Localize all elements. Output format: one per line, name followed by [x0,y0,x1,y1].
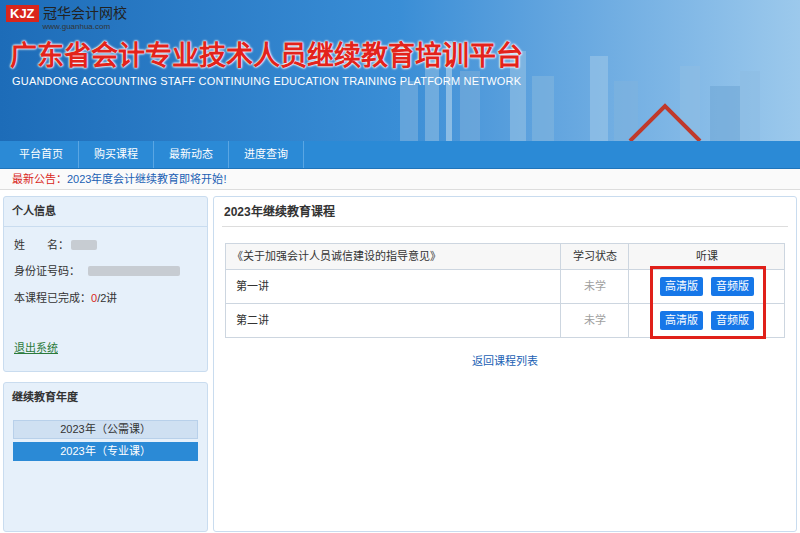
play-button[interactable]: 高清版 [660,277,703,296]
course-panel: 2023年继续教育课程 《关于加强会计人员诚信建设的指导意见》学习状态听课 第一… [213,196,797,532]
back-link[interactable]: 返回课程列表 [472,353,538,370]
years-panel: 继续教育年度 2023年（公需课） 2023年（专业课） [3,382,208,532]
table-row: 第一讲未学高清版音频版 [226,270,785,304]
logo-mark[interactable]: KJZ [6,5,39,22]
panel-title: 2023年继续教育课程 [222,197,788,227]
info-field: 姓 名： [14,237,197,254]
column-header: 学习状态 [561,244,629,270]
lesson-name: 第二讲 [226,304,561,338]
listen-cell: 高清版音频版 [629,270,785,304]
nav-item[interactable]: 平台首页 [4,141,79,168]
play-button[interactable]: 音频版 [711,311,754,330]
info-field: 身份证号码： [14,263,197,280]
panel-title: 个人信息 [4,197,207,227]
play-button[interactable]: 音频版 [711,277,754,296]
field-value [71,240,97,250]
nav-item[interactable]: 购买课程 [79,141,154,168]
banner: KJZ 冠华会计网校 www.guanhua.com 广东省会计专业技术人员继续… [0,0,800,141]
personal-info-panel: 个人信息 姓 名： 身份证号码： 本课程已完成： 0 /2讲 退出系统 [3,196,208,372]
year-item[interactable]: 2023年（公需课） [13,420,198,439]
nav-item[interactable]: 进度查询 [229,141,304,168]
field-value [88,266,180,276]
year-item[interactable]: 2023年（专业课） [13,442,198,461]
study-status: 未学 [561,270,629,304]
notice-bar: 最新公告： 2023年度会计继续教育即将开始! [0,169,800,190]
column-header: 《关于加强会计人员诚信建设的指导意见》 [226,244,561,270]
site-title: 广东省会计专业技术人员继续教育培训平台 [0,40,800,72]
listen-cell: 高清版音频版 [629,304,785,338]
lesson-name: 第一讲 [226,270,561,304]
field-label: 姓 名： [14,237,69,254]
notice-label: 最新公告： [12,171,67,188]
highlight-box [650,266,766,339]
progress-label: 本课程已完成： [14,290,91,307]
logo-url: www.guanhua.com [43,22,127,32]
nav-item[interactable]: 最新动态 [154,141,229,168]
study-status: 未学 [561,304,629,338]
course-table: 《关于加强会计人员诚信建设的指导意见》学习状态听课 第一讲未学高清版音频版第二讲… [225,243,785,338]
notice-text[interactable]: 2023年度会计继续教育即将开始! [67,171,227,188]
play-button[interactable]: 高清版 [660,311,703,330]
nav-bar: 平台首页购买课程最新动态进度查询 [0,141,800,169]
logout-link[interactable]: 退出系统 [14,342,58,354]
site-subtitle: GUANDONG ACCOUNTING STAFF CONTINUING EDU… [0,74,800,88]
table-row: 第二讲未学高清版音频版 [226,304,785,338]
logo-name: 冠华会计网校 [43,5,127,22]
field-label: 身份证号码： [14,263,80,280]
column-header: 听课 [629,244,785,270]
progress-total: /2讲 [97,290,117,307]
panel-title: 继续教育年度 [4,383,207,412]
progress-done: 0 [91,290,97,307]
